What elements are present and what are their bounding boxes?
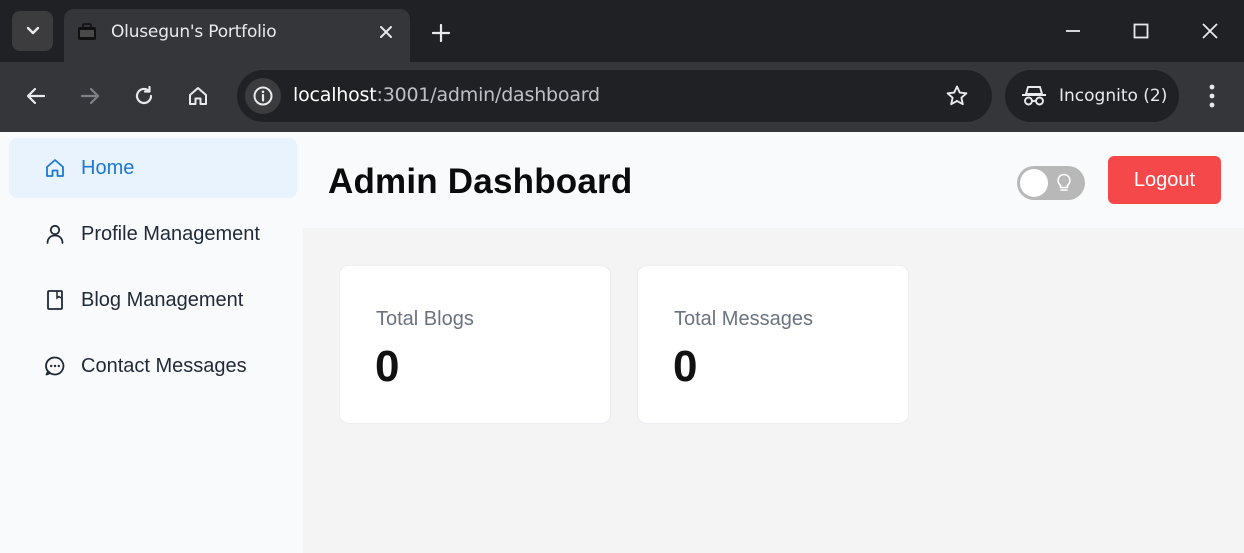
- sidebar-item-label: Contact Messages: [81, 354, 247, 377]
- stat-value: 0: [375, 342, 400, 391]
- logout-button[interactable]: Logout: [1108, 156, 1221, 204]
- back-button[interactable]: [22, 82, 50, 110]
- toggle-knob: [1020, 169, 1048, 197]
- window-close-button[interactable]: [1197, 18, 1223, 44]
- dashboard-header: Admin Dashboard Logout: [303, 132, 1244, 228]
- stat-card-total-messages: Total Messages 0: [637, 265, 909, 424]
- sidebar: Home Profile Management Blog Management …: [0, 132, 303, 553]
- chevron-down-icon: [26, 26, 39, 35]
- sidebar-item-profile-management[interactable]: Profile Management: [9, 204, 297, 264]
- sidebar-item-home[interactable]: Home: [9, 138, 297, 198]
- browser-toolbar: localhost:3001/admin/dashboard Incognito…: [0, 62, 1244, 132]
- stat-card-total-blogs: Total Blogs 0: [339, 265, 611, 424]
- lightbulb-icon: [1057, 173, 1071, 191]
- incognito-button[interactable]: Incognito (2): [1005, 70, 1179, 122]
- stat-label: Total Blogs: [376, 308, 474, 330]
- page-title: Admin Dashboard: [328, 162, 633, 201]
- address-bar[interactable]: localhost:3001/admin/dashboard: [237, 70, 992, 122]
- tab-search-button[interactable]: [12, 11, 53, 51]
- incognito-icon: [1022, 86, 1046, 106]
- tab-close-button[interactable]: [375, 21, 397, 43]
- forward-button[interactable]: [76, 82, 104, 110]
- maximize-icon: [1133, 23, 1149, 39]
- tab-title: Olusegun's Portfolio: [111, 22, 277, 42]
- new-tab-button[interactable]: [428, 20, 454, 46]
- home-icon: [189, 87, 207, 105]
- info-icon: [253, 86, 273, 106]
- star-icon: [946, 85, 968, 106]
- sidebar-item-label: Home: [81, 156, 135, 179]
- incognito-label: Incognito (2): [1059, 86, 1168, 106]
- arrow-left-icon: [26, 87, 46, 105]
- bookmark-button[interactable]: [944, 83, 970, 109]
- more-vertical-icon: [1209, 84, 1215, 108]
- book-icon: [44, 289, 66, 311]
- minimize-button[interactable]: [1060, 18, 1086, 44]
- home-icon: [44, 157, 66, 179]
- reload-icon: [135, 85, 153, 105]
- sidebar-item-blog-management[interactable]: Blog Management: [9, 270, 297, 330]
- user-icon: [44, 223, 66, 245]
- browser-menu-button[interactable]: [1199, 82, 1225, 110]
- plus-icon: [432, 24, 450, 42]
- briefcase-icon: [78, 23, 96, 40]
- browser-tab-strip: Olusegun's Portfolio: [0, 0, 1244, 62]
- arrow-right-icon: [80, 87, 100, 105]
- reload-button[interactable]: [130, 82, 158, 110]
- sidebar-item-contact-messages[interactable]: Contact Messages: [9, 336, 297, 396]
- sidebar-item-label: Profile Management: [81, 222, 260, 245]
- theme-toggle[interactable]: [1017, 166, 1085, 200]
- stat-value: 0: [673, 342, 698, 391]
- url-text: localhost:3001/admin/dashboard: [293, 84, 600, 106]
- maximize-button[interactable]: [1128, 18, 1154, 44]
- site-info-button[interactable]: [245, 78, 281, 114]
- chat-icon: [44, 355, 66, 377]
- sidebar-item-label: Blog Management: [81, 288, 244, 311]
- url-path: :3001/admin/dashboard: [376, 84, 601, 106]
- close-icon: [1202, 23, 1218, 39]
- url-host: localhost: [293, 84, 377, 106]
- dashboard-main: Total Blogs 0 Total Messages 0: [303, 228, 1244, 553]
- close-icon: [380, 26, 392, 38]
- minimize-icon: [1066, 30, 1080, 32]
- home-button[interactable]: [184, 82, 212, 110]
- stat-label: Total Messages: [674, 308, 813, 330]
- browser-tab[interactable]: Olusegun's Portfolio: [64, 9, 410, 62]
